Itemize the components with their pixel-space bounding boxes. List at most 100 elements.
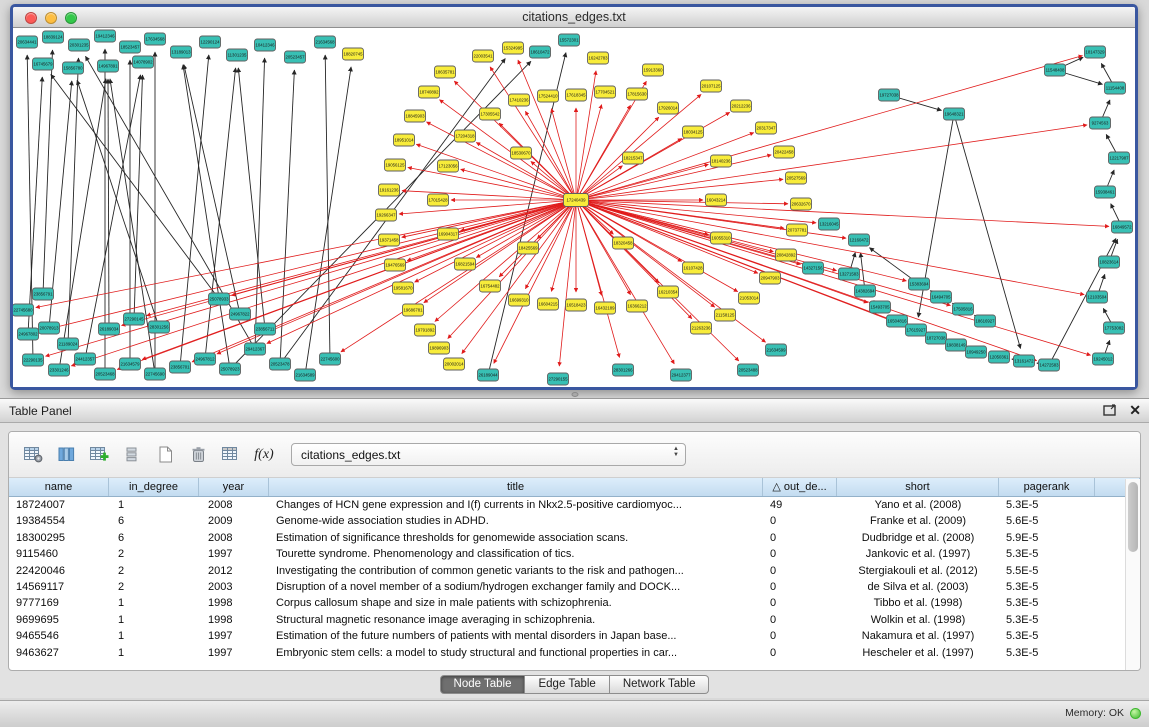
graph-node[interactable]: 17815630 bbox=[627, 88, 648, 100]
graph-node[interactable]: 16043214 bbox=[706, 194, 727, 206]
graph-node[interactable]: 14272583 bbox=[1039, 359, 1060, 371]
graph-edge[interactable] bbox=[576, 200, 674, 364]
graph-node[interactable]: 19371458 bbox=[379, 234, 400, 246]
graph-node[interactable]: 20078913 bbox=[39, 322, 60, 334]
graph-node[interactable]: 19648321 bbox=[944, 108, 965, 120]
graph-edge[interactable] bbox=[108, 79, 109, 329]
graph-edge[interactable] bbox=[576, 56, 1083, 200]
graph-node[interactable]: 16849572 bbox=[1112, 221, 1133, 233]
table-row[interactable]: 946362711997Embryonic stem cells: a mode… bbox=[9, 645, 1140, 661]
graph-edge[interactable] bbox=[494, 200, 576, 363]
graph-node[interactable]: 20422458 bbox=[774, 146, 795, 158]
table-cell[interactable]: 2 bbox=[109, 546, 199, 562]
graph-node[interactable]: 17123056 bbox=[438, 160, 459, 172]
table-cell[interactable]: 2 bbox=[109, 563, 199, 579]
graph-edge[interactable] bbox=[86, 56, 256, 349]
graph-node[interactable]: 14382694 bbox=[855, 285, 876, 297]
graph-node[interactable]: 27290155 bbox=[548, 373, 569, 385]
graph-node[interactable]: 20002014 bbox=[444, 358, 465, 370]
table-cell[interactable]: 0 bbox=[763, 579, 837, 595]
graph-node[interactable]: 17615927 bbox=[906, 324, 927, 336]
table-cell[interactable]: Estimation of the future numbers of pati… bbox=[269, 628, 763, 644]
graph-node[interactable]: 18845903 bbox=[405, 110, 426, 122]
table-cell[interactable]: Hescheler et al. (1997) bbox=[837, 645, 999, 661]
table-cell[interactable]: Genome-wide association studies in ADHD. bbox=[269, 513, 763, 529]
table-cell[interactable]: 1 bbox=[109, 628, 199, 644]
graph-node[interactable]: 17704521 bbox=[595, 86, 616, 98]
graph-node[interactable]: 16494705 bbox=[931, 291, 952, 303]
graph-node[interactable]: 16210354 bbox=[658, 286, 679, 298]
graph-edge[interactable] bbox=[576, 125, 1087, 200]
graph-node[interactable]: 16432189 bbox=[595, 302, 616, 314]
graph-node[interactable]: 19266347 bbox=[376, 209, 397, 221]
table-cell[interactable]: 1 bbox=[109, 497, 199, 513]
graph-edge[interactable] bbox=[490, 67, 576, 200]
graph-node[interactable]: 24412357 bbox=[75, 353, 96, 365]
graph-node[interactable]: 18320458 bbox=[613, 237, 634, 249]
graph-node[interactable]: 9274563 bbox=[1090, 117, 1111, 129]
network-canvas[interactable]: 1724043916043214160553101610742816210354… bbox=[13, 28, 1135, 387]
graph-node[interactable]: 19412346 bbox=[95, 30, 116, 42]
table-cell[interactable]: Dudbridge et al. (2008) bbox=[837, 530, 999, 546]
graph-node[interactable]: 18820745 bbox=[343, 48, 364, 60]
table-cell[interactable]: Structural magnetic resonance image aver… bbox=[269, 612, 763, 628]
graph-node[interactable]: 12160472 bbox=[849, 234, 870, 246]
graph-node[interactable]: 17305542 bbox=[480, 108, 501, 120]
table-cell[interactable]: Embryonic stem cells: a model to study s… bbox=[269, 645, 763, 661]
graph-node[interactable]: 12050361 bbox=[989, 351, 1010, 363]
graph-node[interactable]: 10412346 bbox=[255, 39, 276, 51]
graph-node[interactable]: 22745690 bbox=[145, 368, 166, 380]
graph-node[interactable]: 18530670 bbox=[511, 147, 532, 159]
table-cell[interactable]: 5.9E-5 bbox=[999, 530, 1095, 546]
table-cell[interactable]: 2008 bbox=[199, 497, 269, 513]
graph-node[interactable]: 28301266 bbox=[613, 364, 634, 376]
graph-node[interactable]: 16604215 bbox=[538, 298, 559, 310]
graph-node[interactable]: 21634568 bbox=[315, 36, 336, 48]
table-cell[interactable]: 0 bbox=[763, 645, 837, 661]
graph-node[interactable]: 24967822 bbox=[230, 308, 251, 320]
graph-node[interactable]: 15324995 bbox=[503, 42, 524, 54]
graph-node[interactable]: 14967891 bbox=[98, 60, 119, 72]
graph-node[interactable]: 20523478 bbox=[270, 358, 291, 370]
graph-edge[interactable] bbox=[305, 67, 351, 375]
graph-node[interactable]: 18610472 bbox=[530, 46, 551, 58]
table-cell[interactable]: 9465546 bbox=[9, 628, 109, 644]
graph-node[interactable]: 24967802 bbox=[18, 328, 39, 340]
graph-node[interactable]: 15938461 bbox=[1095, 186, 1116, 198]
table-cell[interactable]: 1998 bbox=[199, 595, 269, 611]
table-cell[interactable]: Stergiakouli et al. (2012) bbox=[837, 563, 999, 579]
table-cell[interactable]: 0 bbox=[763, 563, 837, 579]
select-rows-icon[interactable] bbox=[120, 442, 144, 468]
graph-node[interactable]: 20634441 bbox=[17, 36, 38, 48]
table-cell[interactable]: 9699695 bbox=[9, 612, 109, 628]
tab-edge-table[interactable]: Edge Table bbox=[525, 675, 609, 694]
graph-edge[interactable] bbox=[576, 200, 766, 342]
table-row[interactable]: 1456911722003Disruption of a novel membe… bbox=[9, 579, 1140, 595]
network-graph[interactable]: 1724043916043214160553101610742816210354… bbox=[13, 28, 1135, 387]
graph-node[interactable]: 16754482 bbox=[480, 280, 501, 292]
table-cell[interactable]: 6 bbox=[109, 530, 199, 546]
graph-node[interactable]: 12217987 bbox=[1109, 152, 1130, 164]
graph-node[interactable]: 20947903 bbox=[760, 272, 781, 284]
graph-node[interactable]: 13216045 bbox=[819, 218, 840, 230]
graph-node[interactable]: 17926014 bbox=[658, 102, 679, 114]
table-cell[interactable]: 49 bbox=[763, 497, 837, 513]
table-cell[interactable]: 2009 bbox=[199, 513, 269, 529]
table-cell[interactable]: 1998 bbox=[199, 612, 269, 628]
graph-edge[interactable] bbox=[341, 200, 576, 352]
graph-node[interactable]: 13161472 bbox=[1014, 355, 1035, 367]
graph-node[interactable]: 17634568 bbox=[145, 33, 166, 45]
table-cell[interactable]: 0 bbox=[763, 530, 837, 546]
column-header-pagerank[interactable]: pagerank bbox=[999, 478, 1095, 496]
graph-node[interactable]: 16821594 bbox=[455, 258, 476, 270]
table-row[interactable]: 1872400712008Changes of HCN gene express… bbox=[9, 497, 1140, 513]
column-header-year[interactable]: year bbox=[199, 478, 269, 496]
table-cell[interactable]: 1997 bbox=[199, 628, 269, 644]
function-builder-icon[interactable]: f(x) bbox=[252, 442, 276, 468]
show-columns-icon[interactable] bbox=[54, 442, 78, 468]
graph-node[interactable]: 14078902 bbox=[133, 56, 154, 68]
close-panel-icon[interactable]: ✕ bbox=[1129, 402, 1141, 418]
graph-node[interactable]: 21158125 bbox=[715, 309, 736, 321]
graph-node[interactable]: 18034125 bbox=[683, 126, 704, 138]
graph-node[interactable]: 20527569 bbox=[786, 172, 807, 184]
